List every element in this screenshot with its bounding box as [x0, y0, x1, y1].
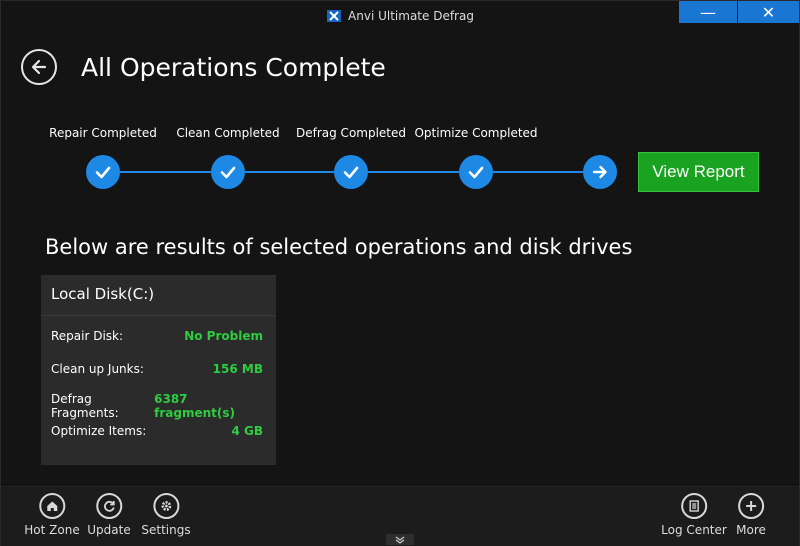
check-icon	[468, 166, 484, 179]
hot-zone-label: Hot Zone	[24, 523, 80, 537]
update-label: Update	[87, 523, 131, 537]
result-row-repair: Repair Disk: No Problem	[51, 329, 263, 343]
disk-name: Local Disk(C:)	[51, 285, 155, 303]
double-chevron-down-icon	[395, 536, 405, 544]
collapse-toggle[interactable]	[386, 534, 414, 545]
step-clean-complete	[211, 155, 245, 189]
arrow-left-icon	[31, 59, 47, 75]
result-value: 156 MB	[212, 362, 263, 376]
view-report-button[interactable]: View Report	[638, 152, 759, 192]
result-row-defrag: Defrag Fragments: 6387 fragment(s)	[51, 392, 263, 420]
back-button[interactable]	[21, 49, 57, 85]
settings-label: Settings	[141, 523, 191, 537]
step-connector	[120, 171, 211, 173]
step-label-optimize: Optimize Completed	[414, 126, 538, 140]
step-connector	[493, 171, 583, 173]
step-label-repair: Repair Completed	[49, 126, 157, 140]
window-title-text: Anvi Ultimate Defrag	[348, 9, 474, 23]
list-icon	[680, 493, 707, 519]
check-icon	[95, 166, 111, 179]
hot-zone-button[interactable]: Hot Zone	[24, 493, 80, 537]
check-icon	[220, 166, 236, 179]
title-bar: Anvi Ultimate Defrag — ✕	[1, 1, 799, 31]
page-title: All Operations Complete	[81, 53, 386, 82]
arrow-right-icon	[592, 165, 607, 179]
step-connector	[245, 171, 334, 173]
result-value: No Problem	[184, 329, 263, 343]
result-label: Optimize Items:	[51, 424, 147, 438]
more-button[interactable]: More	[736, 493, 766, 537]
disk-result-card: Local Disk(C:) Repair Disk: No Problem C…	[41, 275, 276, 465]
update-button[interactable]: Update	[87, 493, 131, 537]
result-label: Repair Disk:	[51, 329, 124, 343]
step-defrag-complete	[334, 155, 368, 189]
refresh-icon	[96, 493, 122, 519]
log-center-label: Log Center	[661, 523, 727, 537]
home-icon	[39, 493, 65, 519]
result-value: 6387 fragment(s)	[154, 392, 235, 420]
divider	[41, 315, 276, 316]
app-window: Anvi Ultimate Defrag — ✕ All Operations …	[0, 0, 800, 546]
log-center-button[interactable]: Log Center	[661, 493, 727, 537]
step-label-defrag: Defrag Completed	[295, 126, 407, 140]
gear-icon	[153, 493, 179, 519]
app-logo-icon	[327, 10, 342, 22]
result-row-optimize: Optimize Items: 4 GB	[51, 424, 263, 438]
result-label: Defrag Fragments:	[51, 392, 119, 420]
results-heading: Below are results of selected operations…	[45, 235, 633, 259]
result-row-clean: Clean up Junks: 156 MB	[51, 362, 263, 376]
minimize-button[interactable]: —	[679, 1, 737, 23]
step-optimize-complete	[459, 155, 493, 189]
more-label: More	[736, 523, 766, 537]
check-icon	[343, 166, 359, 179]
result-label: Clean up Junks:	[51, 362, 144, 376]
step-connector	[368, 171, 459, 173]
plus-icon	[738, 493, 764, 519]
close-button[interactable]: ✕	[738, 1, 799, 23]
step-repair-complete	[86, 155, 120, 189]
settings-button[interactable]: Settings	[141, 493, 191, 537]
step-final	[583, 155, 617, 189]
result-value: 4 GB	[231, 424, 263, 438]
step-label-clean: Clean Completed	[176, 126, 280, 140]
